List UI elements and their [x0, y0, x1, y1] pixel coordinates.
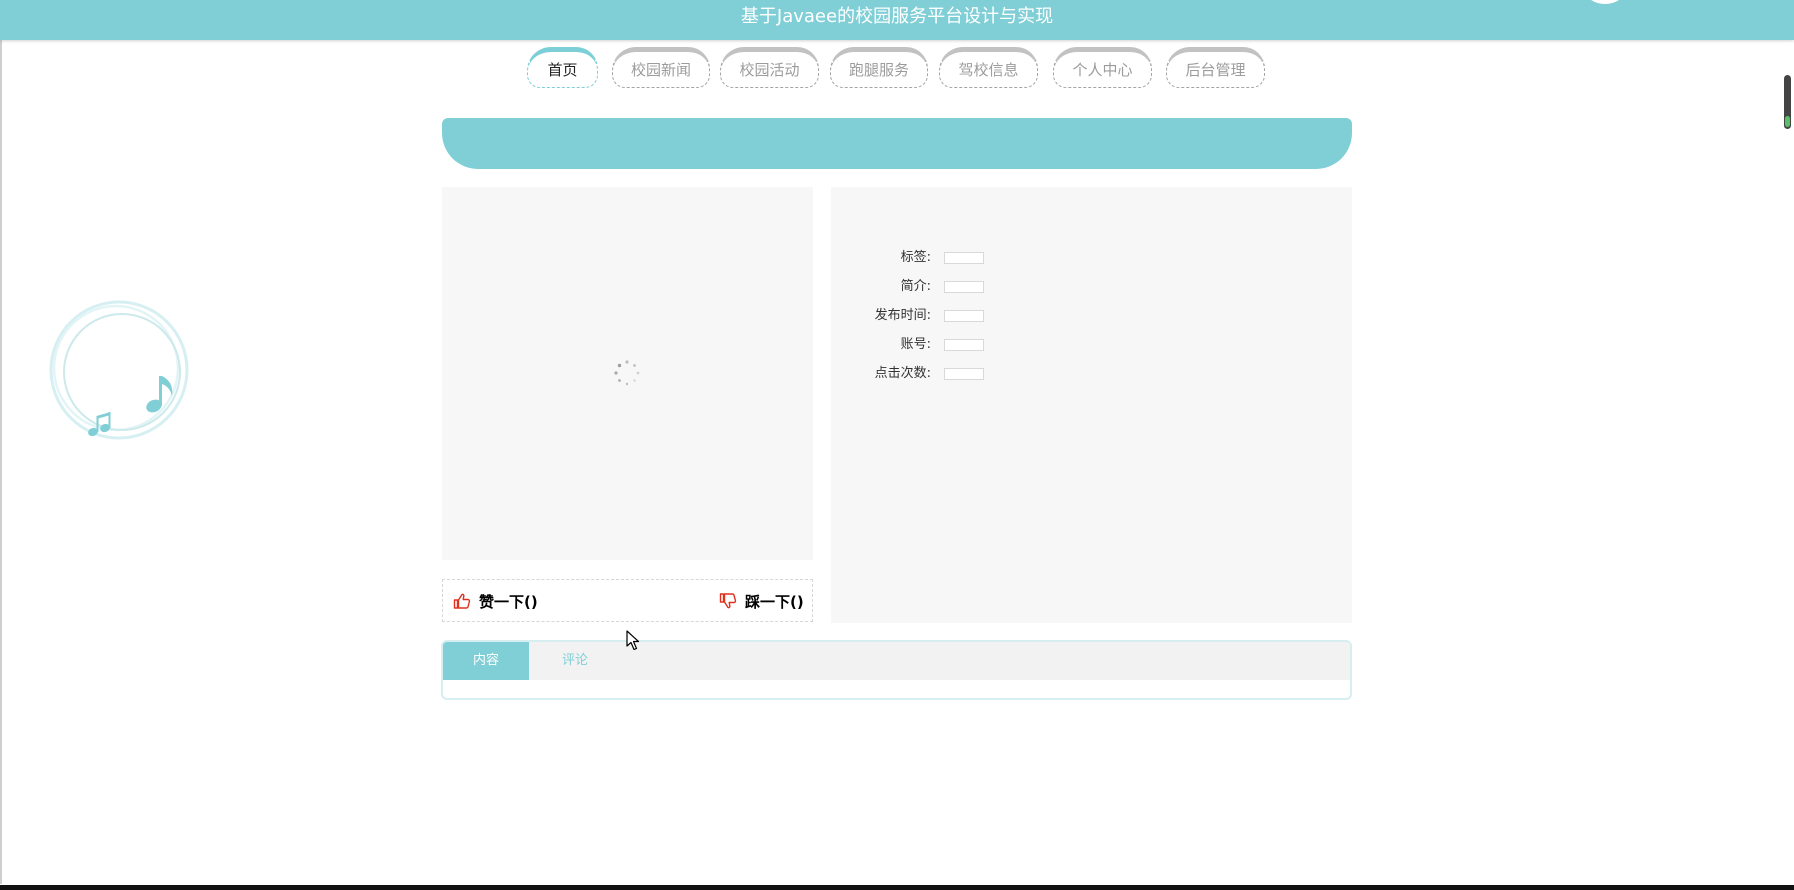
- nav-item-errand-service[interactable]: 跑腿服务: [830, 47, 928, 88]
- thumbs-up-icon: [453, 593, 471, 609]
- nav-item-label: 个人中心: [1072, 61, 1133, 79]
- info-value: [944, 310, 984, 322]
- tab-label: 评论: [561, 653, 588, 668]
- page-title: 基于Javaee的校园服务平台设计与实现: [740, 6, 1054, 27]
- tab-comments[interactable]: 评论: [529, 642, 621, 680]
- nav-item-admin[interactable]: 后台管理: [1166, 47, 1265, 88]
- nav-item-campus-activities[interactable]: 校园活动: [720, 47, 819, 88]
- site-header: 基于Javaee的校园服务平台设计与实现: [0, 0, 1794, 40]
- info-value: [944, 339, 984, 351]
- nav-item-home[interactable]: 首页: [527, 47, 598, 88]
- info-value: [944, 281, 984, 293]
- window-edge: [0, 0, 2, 884]
- content-tabs: 内容 评论: [441, 640, 1352, 700]
- info-row-click-count: 点击次数:: [831, 364, 1352, 384]
- info-row-summary: 简介:: [831, 277, 1352, 297]
- info-row-publish-time: 发布时间:: [831, 306, 1352, 326]
- tabs-strip: 内容 评论: [443, 642, 1350, 680]
- info-label: 简介:: [900, 279, 931, 294]
- dislike-button[interactable]: 踩一下(): [719, 589, 804, 613]
- header-decoration: [1586, 0, 1624, 4]
- nav-item-label: 校园新闻: [630, 61, 691, 79]
- mouse-cursor-icon: [626, 630, 640, 651]
- thumbs-down-icon: [719, 593, 737, 609]
- nav-item-driving-school[interactable]: 驾校信息: [939, 47, 1038, 88]
- info-label: 账号:: [900, 337, 931, 352]
- like-label: 赞一下(): [479, 592, 538, 611]
- nav-item-label: 跑腿服务: [848, 61, 909, 79]
- scrollbar-indicator: [1785, 116, 1790, 127]
- nav-item-personal-center[interactable]: 个人中心: [1053, 47, 1152, 88]
- music-note-icon: [49, 300, 189, 440]
- nav-item-label: 校园活动: [739, 61, 800, 79]
- tab-label: 内容: [472, 653, 499, 668]
- nav-item-label: 后台管理: [1185, 61, 1246, 79]
- info-value: [944, 368, 984, 380]
- info-value: [944, 252, 984, 264]
- nav-item-label: 驾校信息: [958, 61, 1019, 79]
- nav-item-campus-news[interactable]: 校园新闻: [612, 47, 710, 88]
- loading-spinner-icon: [614, 360, 640, 386]
- nav-item-label: 首页: [547, 61, 578, 79]
- info-row-account: 账号:: [831, 335, 1352, 355]
- vote-bar: 赞一下() 踩一下(): [442, 579, 813, 622]
- bottom-edge: [0, 885, 1794, 890]
- info-row-tag: 标签:: [831, 248, 1352, 268]
- dislike-label: 踩一下(): [745, 592, 804, 611]
- info-label: 发布时间:: [874, 308, 931, 323]
- tab-content[interactable]: 内容: [443, 642, 529, 680]
- banner: [442, 118, 1352, 169]
- info-label: 标签:: [900, 250, 931, 265]
- info-panel: 标签: 简介: 发布时间: 账号: 点击次数:: [831, 187, 1352, 623]
- main-nav: 首页 校园新闻 校园活动 跑腿服务 驾校信息 个人中心 后台管理: [0, 47, 1794, 91]
- like-button[interactable]: 赞一下(): [453, 589, 538, 613]
- info-label: 点击次数:: [874, 366, 931, 381]
